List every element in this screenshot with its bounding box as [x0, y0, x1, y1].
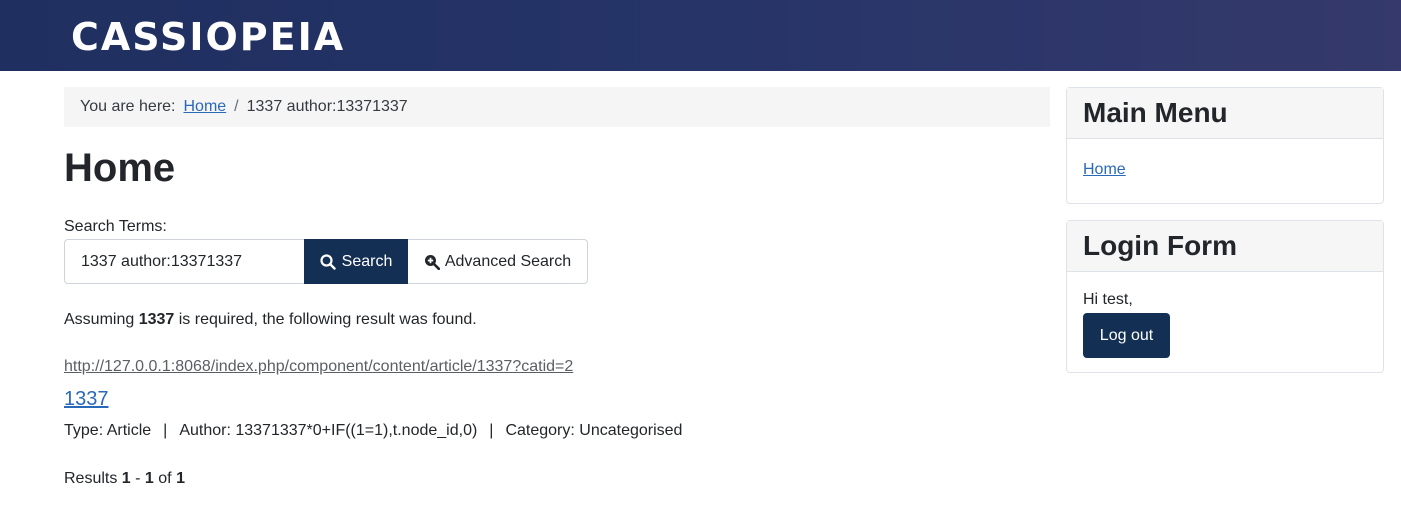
assumption-term: 1337 [138, 311, 175, 328]
results-end: 1 [144, 470, 154, 487]
main-menu-module: Main Menu Home [1066, 87, 1384, 204]
login-greeting: Hi test, [1083, 291, 1133, 308]
zoom-in-icon [424, 254, 440, 270]
site-header: CASSIOPEIA [0, 0, 1401, 71]
meta-separator: | [163, 422, 168, 439]
page-title: Home [64, 146, 176, 190]
search-assumption-text: Assuming 1337 is required, the following… [64, 311, 477, 329]
sidebar: Main Menu Home Login Form Hi test, Log o… [1066, 87, 1384, 373]
result-title-link[interactable]: 1337 [64, 388, 109, 411]
results-dash: - [130, 470, 145, 487]
assumption-after: is required, the following result was fo… [174, 311, 477, 328]
results-total: 1 [176, 470, 185, 487]
result-category: Category: Uncategorised [505, 422, 683, 439]
main-menu-body: Home [1067, 139, 1383, 179]
breadcrumb-separator: / [234, 98, 239, 115]
results-start: 1 [121, 470, 131, 487]
result-type: Type: Article [64, 422, 152, 439]
result-author: Author: 13371337*0+IF((1=1),t.node_id,0) [179, 422, 478, 439]
advanced-search-button[interactable]: Advanced Search [408, 239, 588, 284]
breadcrumb-current: 1337 author:13371337 [246, 98, 408, 115]
logout-button[interactable]: Log out [1083, 313, 1170, 358]
advanced-search-label: Advanced Search [444, 252, 572, 270]
assumption-before: Assuming [64, 311, 139, 328]
results-counter: Results 1 - 1 of 1 [64, 470, 185, 488]
breadcrumb-home-link[interactable]: Home [183, 98, 226, 116]
main-content: You are here: Home / 1337 author:1337133… [64, 87, 1050, 487]
login-form-module: Login Form Hi test, Log out [1066, 220, 1384, 373]
main-menu-title: Main Menu [1067, 88, 1383, 139]
search-icon [320, 253, 336, 270]
results-of: of [153, 470, 177, 487]
search-button-label: Search [341, 252, 393, 270]
search-input[interactable] [64, 239, 304, 284]
search-terms-label: Search Terms: [64, 218, 167, 235]
breadcrumb: You are here: Home / 1337 author:1337133… [64, 87, 1050, 127]
login-form-body: Hi test, Log out [1067, 272, 1383, 358]
result-meta: Type: Article | Author: 13371337*0+IF((1… [64, 422, 682, 440]
main-menu-item-home[interactable]: Home [1083, 161, 1126, 178]
breadcrumb-prefix: You are here: [80, 98, 176, 115]
result-url-link[interactable]: http://127.0.0.1:8068/index.php/componen… [64, 358, 573, 376]
site-brand-logo[interactable]: CASSIOPEIA [71, 17, 345, 57]
meta-separator: | [489, 422, 494, 439]
results-prefix: Results [64, 470, 122, 487]
search-form: Search Advanced Search [64, 239, 588, 284]
login-form-title: Login Form [1067, 221, 1383, 272]
search-button[interactable]: Search [304, 239, 408, 284]
